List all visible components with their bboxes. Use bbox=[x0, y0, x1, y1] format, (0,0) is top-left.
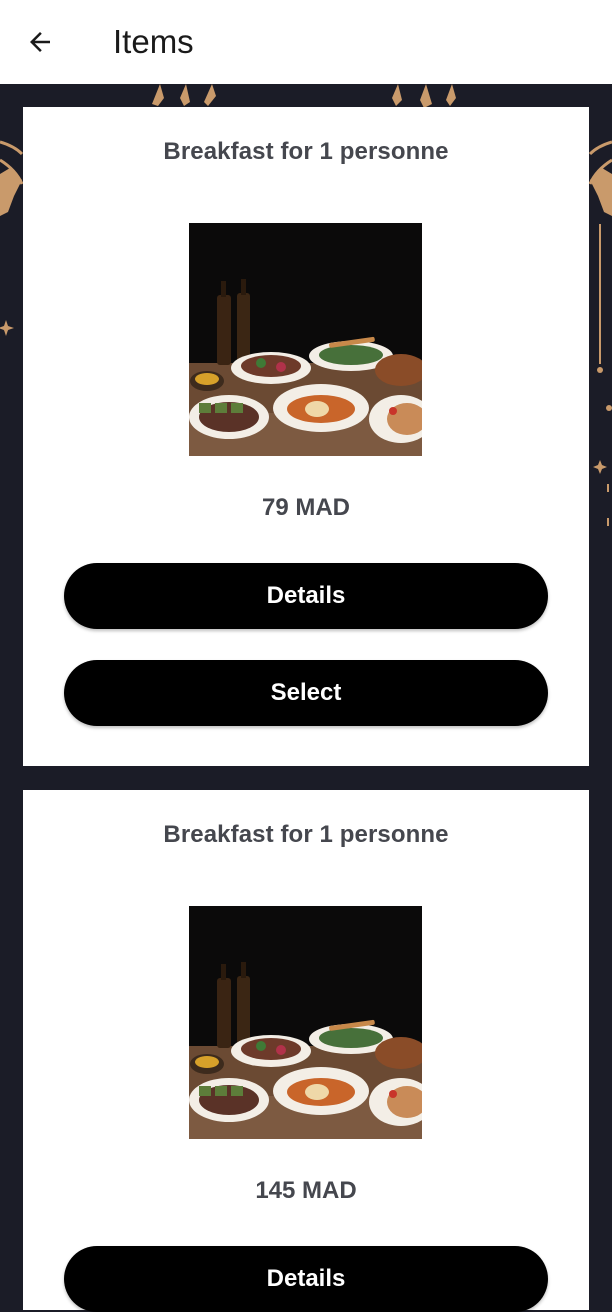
item-image bbox=[189, 906, 422, 1139]
app-bar: Items bbox=[0, 0, 612, 84]
details-button[interactable]: Details bbox=[64, 563, 548, 629]
item-card: Breakfast for 1 personne bbox=[23, 790, 589, 1312]
page-title: Items bbox=[113, 23, 194, 60]
select-button[interactable]: Select bbox=[64, 660, 548, 726]
item-price: 145 MAD bbox=[255, 1177, 357, 1204]
food-photo bbox=[189, 223, 422, 456]
item-image bbox=[189, 223, 422, 456]
food-photo bbox=[189, 906, 422, 1139]
details-button[interactable]: Details bbox=[64, 1246, 548, 1312]
arrow-left-icon bbox=[30, 32, 50, 52]
back-button[interactable] bbox=[14, 16, 66, 68]
item-title: Breakfast for 1 personne bbox=[163, 821, 449, 848]
item-card: Breakfast for 1 personne bbox=[23, 107, 589, 766]
item-price: 79 MAD bbox=[261, 494, 351, 521]
item-title: Breakfast for 1 personne bbox=[163, 138, 449, 165]
